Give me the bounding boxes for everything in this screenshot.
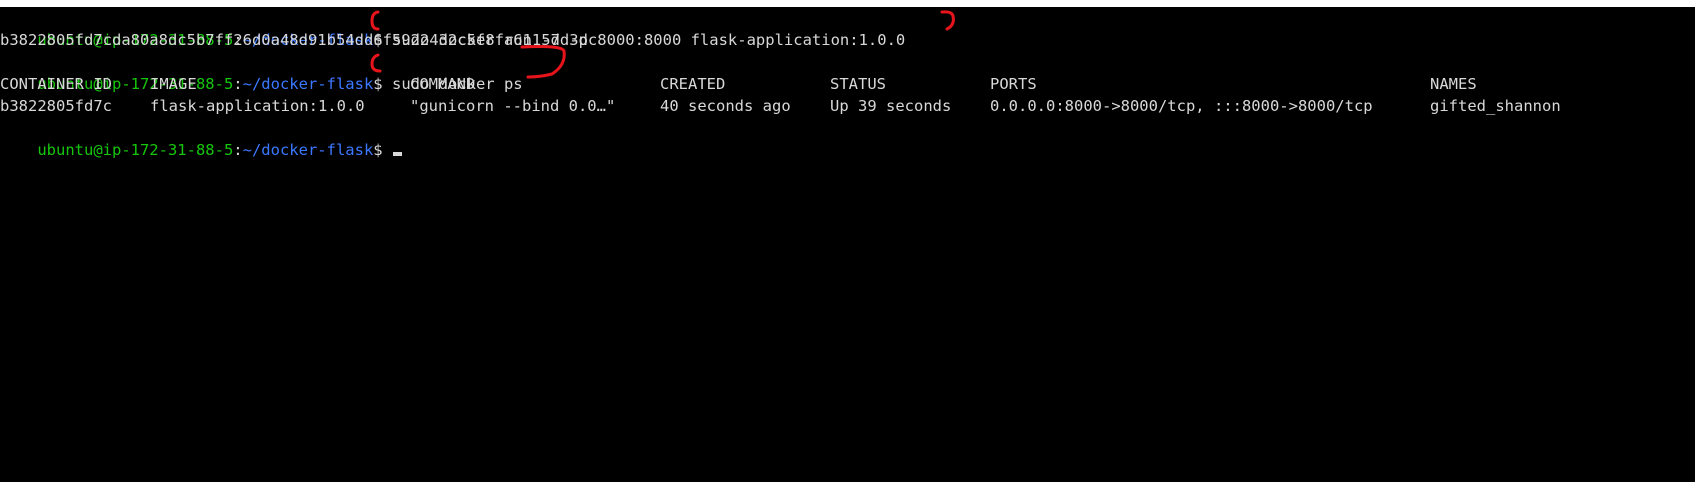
prompt-path: ~/docker-flask	[242, 141, 374, 159]
header-image: IMAGE	[150, 75, 197, 93]
prompt-line-current[interactable]: ubuntu@ip-172-31-88-5:~/docker-flask$	[0, 117, 402, 159]
text-cursor	[392, 152, 402, 156]
prompt-symbol: $	[373, 141, 383, 159]
prompt-line-1: ubuntu@ip-172-31-88-5:~/docker-flask$ su…	[0, 7, 905, 49]
cell-status: Up 39 seconds	[830, 97, 952, 115]
header-status: STATUS	[830, 75, 886, 93]
header-names: NAMES	[1430, 75, 1477, 93]
cell-created: 40 seconds ago	[660, 97, 791, 115]
ps-table-header: CONTAINER ID IMAGE COMMAND CREATED STATU…	[0, 73, 1695, 95]
cell-command: "gunicorn --bind 0.0…"	[410, 97, 616, 115]
header-created: CREATED	[660, 75, 726, 93]
header-command: COMMAND	[410, 75, 476, 93]
prompt-user-host: ubuntu@ip-172-31-88-5	[37, 141, 234, 159]
table-row: b3822805fd7c flask-application:1.0.0 "gu…	[0, 95, 1695, 117]
cell-image: flask-application:1.0.0	[150, 97, 365, 115]
container-id-output: b3822805fd7cda80a8dc5b7ff26d0a48d91b54dd…	[0, 31, 598, 49]
header-container-id: CONTAINER ID	[0, 75, 112, 93]
terminal-window[interactable]: ubuntu@ip-172-31-88-5:~/docker-flask$ su…	[0, 7, 1695, 482]
cell-container-id: b3822805fd7c	[0, 97, 112, 115]
annotation-bracket-right-1	[940, 10, 955, 31]
header-ports: PORTS	[990, 75, 1037, 93]
prompt-line-2: ubuntu@ip-172-31-88-5:~/docker-flask$ su…	[0, 51, 522, 93]
prompt-separator: :	[233, 141, 243, 159]
cell-names: gifted_shannon	[1430, 97, 1561, 115]
cell-ports: 0.0.0.0:8000->8000/tcp, :::8000->8000/tc…	[990, 97, 1373, 115]
